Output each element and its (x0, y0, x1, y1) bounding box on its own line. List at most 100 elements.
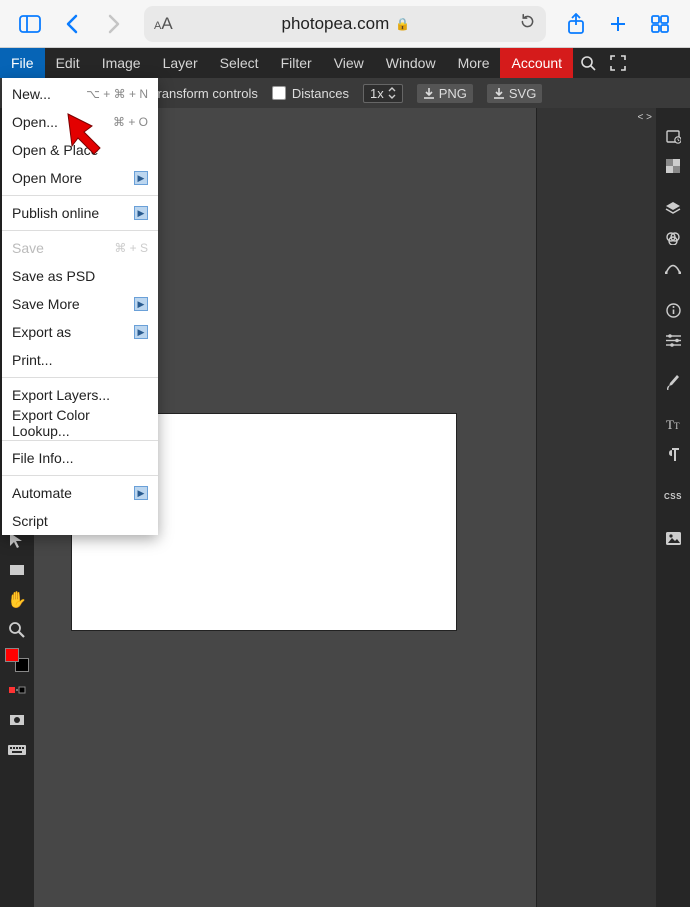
menu-file[interactable]: File (0, 48, 45, 78)
dropdown-separator (2, 195, 158, 196)
dropdown-separator (2, 475, 158, 476)
file-script[interactable]: Script (2, 507, 158, 535)
right-panel-tabs: TT CSS (656, 108, 690, 907)
nav-back-icon[interactable] (52, 4, 92, 44)
menu-window[interactable]: Window (375, 48, 447, 78)
color-swatches[interactable] (5, 648, 29, 672)
file-print[interactable]: Print... (2, 346, 158, 374)
nav-forward-icon (94, 4, 134, 44)
file-info[interactable]: File Info... (2, 444, 158, 472)
file-open-more-label: Open More (12, 170, 82, 186)
file-save: Save ⌘ + S (2, 234, 158, 262)
annotation-arrow-icon (64, 110, 110, 156)
swatches-panel-icon[interactable] (661, 154, 685, 178)
file-save-more-label: Save More (12, 296, 80, 312)
submenu-arrow-icon: ▶ (134, 486, 148, 500)
menu-filter[interactable]: Filter (270, 48, 323, 78)
menu-layer[interactable]: Layer (152, 48, 209, 78)
file-info-label: File Info... (12, 450, 73, 466)
file-export-lookup[interactable]: Export Color Lookup... (2, 409, 158, 437)
fullscreen-icon[interactable] (603, 48, 633, 78)
file-open-shortcut: ⌘ + O (113, 115, 148, 129)
opt-distances-wrap[interactable]: Distances (272, 86, 349, 101)
dropdown-separator (2, 377, 158, 378)
sidebar-toggle-icon[interactable] (10, 4, 50, 44)
png-label: PNG (439, 86, 467, 101)
dropdown-separator (2, 440, 158, 441)
file-save-psd[interactable]: Save as PSD (2, 262, 158, 290)
css-panel-icon[interactable]: CSS (661, 484, 685, 508)
app-menu-bar: File Edit Image Layer Select Filter View… (0, 48, 690, 78)
export-png-button[interactable]: PNG (417, 84, 473, 103)
search-icon[interactable] (573, 48, 603, 78)
menu-view[interactable]: View (323, 48, 375, 78)
file-publish[interactable]: Publish online ▶ (2, 199, 158, 227)
new-tab-icon[interactable] (598, 4, 638, 44)
url-bar[interactable]: AA photopea.com 🔒 (144, 6, 546, 42)
reader-icon[interactable]: AA (154, 14, 173, 34)
lock-icon: 🔒 (395, 17, 410, 31)
file-open-more[interactable]: Open More ▶ (2, 164, 158, 192)
export-svg-button[interactable]: SVG (487, 84, 542, 103)
marquee-tool-icon[interactable] (5, 558, 29, 582)
brush-panel-icon[interactable] (661, 370, 685, 394)
file-script-label: Script (12, 513, 48, 529)
file-export-layers[interactable]: Export Layers... (2, 381, 158, 409)
menu-image[interactable]: Image (91, 48, 152, 78)
svg-text:T: T (674, 421, 680, 431)
submenu-arrow-icon: ▶ (134, 297, 148, 311)
code-toggle[interactable]: < > (638, 112, 652, 123)
file-save-shortcut: ⌘ + S (114, 241, 148, 255)
menu-more[interactable]: More (447, 48, 501, 78)
submenu-arrow-icon: ▶ (134, 171, 148, 185)
file-new[interactable]: New... ⌥ + ⌘ + N (2, 80, 158, 108)
paragraph-panel-icon[interactable] (661, 442, 685, 466)
history-panel-icon[interactable] (661, 124, 685, 148)
file-save-more[interactable]: Save More ▶ (2, 290, 158, 318)
submenu-arrow-icon: ▶ (134, 206, 148, 220)
file-export-as[interactable]: Export as ▶ (2, 318, 158, 346)
reload-icon[interactable] (519, 13, 536, 35)
hand-tool-icon[interactable]: ✋ (5, 588, 29, 612)
url-host: photopea.com (281, 14, 389, 34)
info-panel-icon[interactable] (661, 298, 685, 322)
keyboard-icon[interactable] (5, 738, 29, 762)
dropdown-separator (2, 230, 158, 231)
zoom-selector[interactable]: 1x (363, 84, 403, 103)
file-export-as-label: Export as (12, 324, 71, 340)
adjust-panel-icon[interactable] (661, 328, 685, 352)
distances-checkbox[interactable] (272, 86, 286, 100)
opt-distances: Distances (292, 86, 349, 101)
file-export-lookup-label: Export Color Lookup... (12, 407, 148, 439)
paths-panel-icon[interactable] (661, 256, 685, 280)
file-save-label: Save (12, 240, 44, 256)
layers-panel-icon[interactable] (661, 196, 685, 220)
panel-dock: < > (536, 108, 656, 907)
submenu-arrow-icon: ▶ (134, 325, 148, 339)
quickmask-icon[interactable] (5, 708, 29, 732)
fg-color-swatch[interactable] (5, 648, 19, 662)
image-panel-icon[interactable] (661, 526, 685, 550)
browser-toolbar: AA photopea.com 🔒 (0, 0, 690, 48)
file-automate-label: Automate (12, 485, 72, 501)
share-icon[interactable] (556, 4, 596, 44)
tabs-overview-icon[interactable] (640, 4, 680, 44)
svg-text:T: T (666, 417, 674, 431)
file-open-label: Open... (12, 114, 58, 130)
menu-select[interactable]: Select (209, 48, 270, 78)
file-new-shortcut: ⌥ + ⌘ + N (86, 87, 148, 101)
character-panel-icon[interactable]: TT (661, 412, 685, 436)
file-publish-label: Publish online (12, 205, 99, 221)
file-automate[interactable]: Automate ▶ (2, 479, 158, 507)
file-save-psd-label: Save as PSD (12, 268, 95, 284)
file-new-label: New... (12, 86, 51, 102)
zoom-tool-icon[interactable] (5, 618, 29, 642)
swap-colors-icon[interactable] (5, 678, 29, 702)
file-print-label: Print... (12, 352, 52, 368)
menu-edit[interactable]: Edit (45, 48, 91, 78)
file-export-layers-label: Export Layers... (12, 387, 110, 403)
channels-panel-icon[interactable] (661, 226, 685, 250)
menu-account[interactable]: Account (500, 48, 573, 78)
opt-transform-controls[interactable]: Transform controls (150, 86, 258, 101)
zoom-value: 1x (370, 86, 384, 101)
